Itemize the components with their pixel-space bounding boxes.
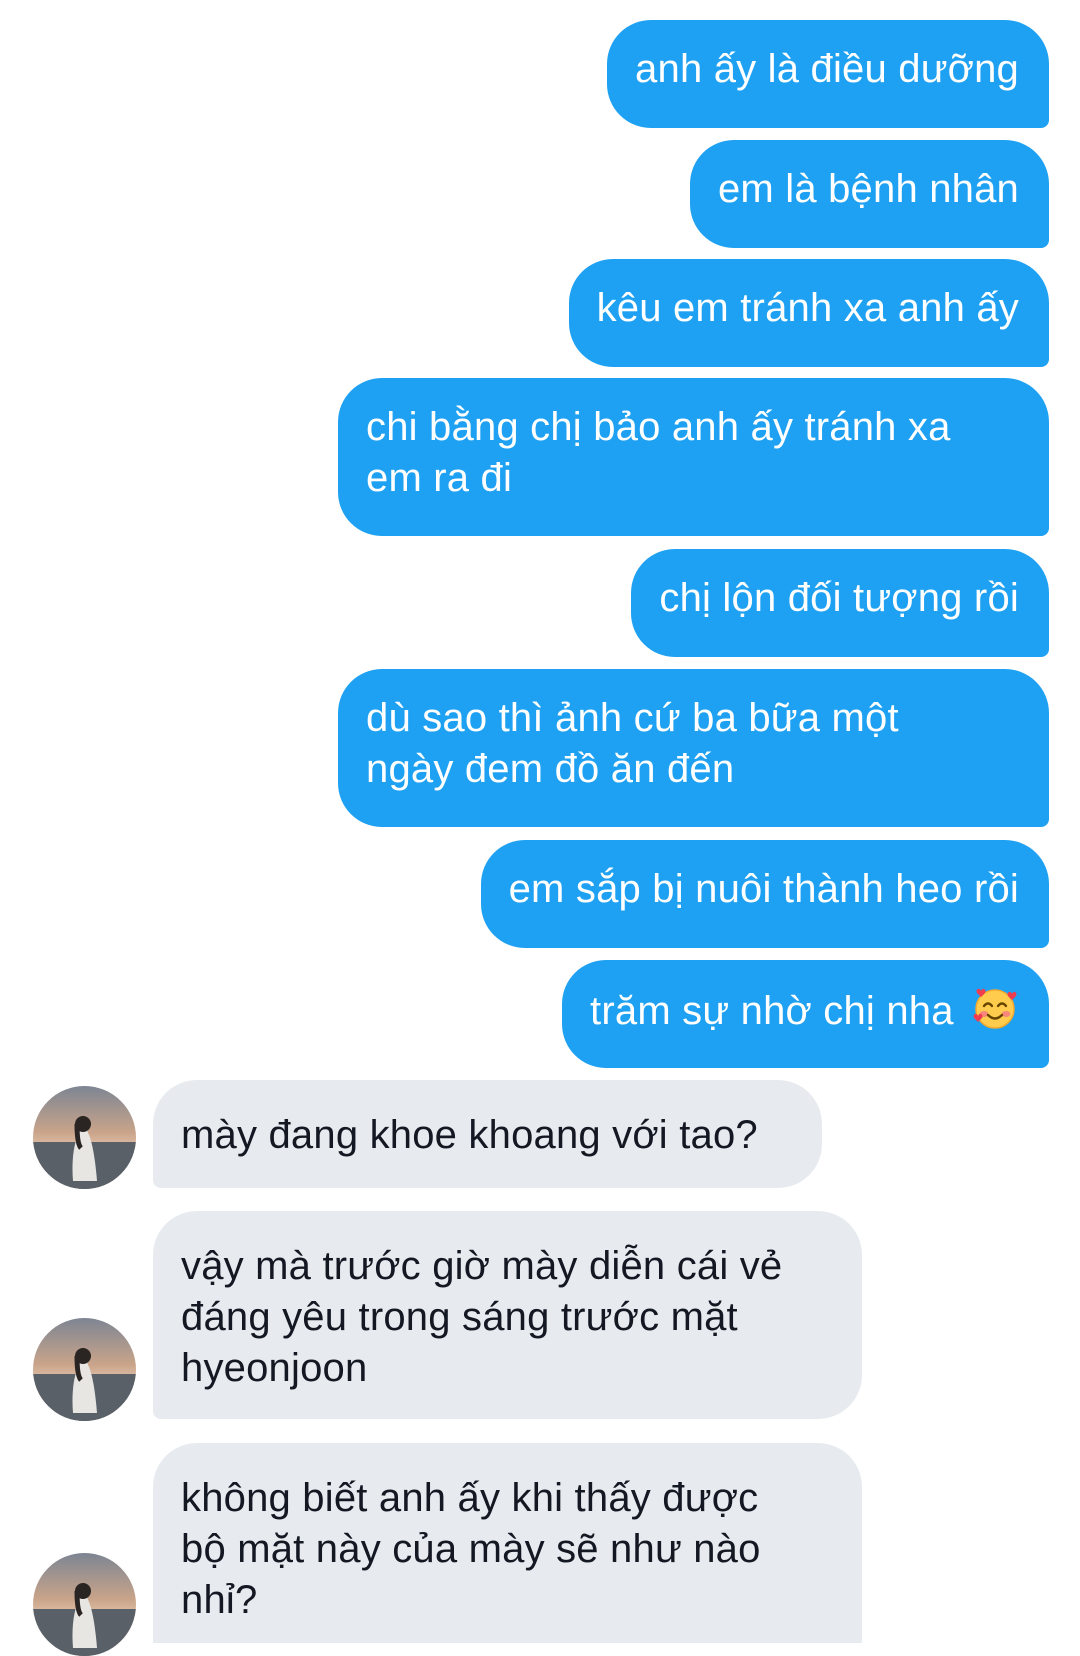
message-text: mày đang khoe khoang với tao? xyxy=(181,1113,758,1157)
outgoing-message[interactable]: anh ấy là điều dưỡng xyxy=(607,20,1049,128)
message-text: em là bệnh nhân xyxy=(717,167,1019,211)
incoming-message[interactable]: mày đang khoe khoang với tao? xyxy=(153,1080,822,1188)
outgoing-message[interactable]: em sắp bị nuôi thành heo rồi xyxy=(480,840,1049,948)
message-text: em sắp bị nuôi thành heo rồi xyxy=(508,867,1019,911)
avatar[interactable] xyxy=(33,1318,136,1421)
message-text-line: em ra đi xyxy=(366,456,513,500)
avatar-photo xyxy=(33,1086,136,1189)
message-text: trăm sự nhờ chị nha xyxy=(590,989,954,1033)
message-text-line: nhỉ? xyxy=(181,1578,258,1622)
message-text-line: không biết anh ấy khi thấy được xyxy=(181,1476,759,1520)
outgoing-message[interactable]: trăm sự nhờ chị nha xyxy=(562,960,1049,1068)
message-text: anh ấy là điều dưỡng xyxy=(635,47,1019,91)
message-text-line: chi bằng chị bảo anh ấy tránh xa xyxy=(366,405,951,449)
message-text-line: đáng yêu trong sáng trước mặt xyxy=(181,1295,738,1339)
message-text-line: vậy mà trước giờ mày diễn cái vẻ xyxy=(181,1244,783,1288)
message-text: kêu em tránh xa anh ấy xyxy=(596,286,1019,330)
outgoing-message[interactable]: em là bệnh nhân xyxy=(689,140,1049,248)
outgoing-message[interactable]: chị lộn đối tượng rồi xyxy=(631,549,1049,657)
avatar[interactable] xyxy=(33,1553,136,1656)
outgoing-message[interactable]: chi bằng chị bảo anh ấy tránh xa em ra đ… xyxy=(338,378,1049,536)
message-text-line: ngày đem đồ ăn đến xyxy=(366,747,735,791)
outgoing-message[interactable]: dù sao thì ảnh cứ ba bữa một ngày đem đồ… xyxy=(338,669,1049,827)
avatar-photo xyxy=(33,1318,136,1421)
incoming-message[interactable]: vậy mà trước giờ mày diễn cái vẻ đáng yê… xyxy=(153,1211,862,1419)
outgoing-message[interactable]: kêu em tránh xa anh ấy xyxy=(568,259,1049,367)
message-text-line: hyeonjoon xyxy=(181,1346,368,1390)
smiling-face-with-hearts-icon xyxy=(973,988,1017,1029)
avatar-photo xyxy=(33,1553,136,1656)
message-text-line: bộ mặt này của mày sẽ như nào xyxy=(181,1527,761,1571)
incoming-message[interactable]: không biết anh ấy khi thấy được bộ mặt n… xyxy=(153,1443,862,1643)
conversation-thread: anh ấy là điều dưỡng em là bệnh nhân kêu… xyxy=(0,0,1080,1656)
message-text-line: dù sao thì ảnh cứ ba bữa một xyxy=(366,696,899,740)
message-text: chị lộn đối tượng rồi xyxy=(659,576,1019,620)
avatar[interactable] xyxy=(33,1086,136,1189)
